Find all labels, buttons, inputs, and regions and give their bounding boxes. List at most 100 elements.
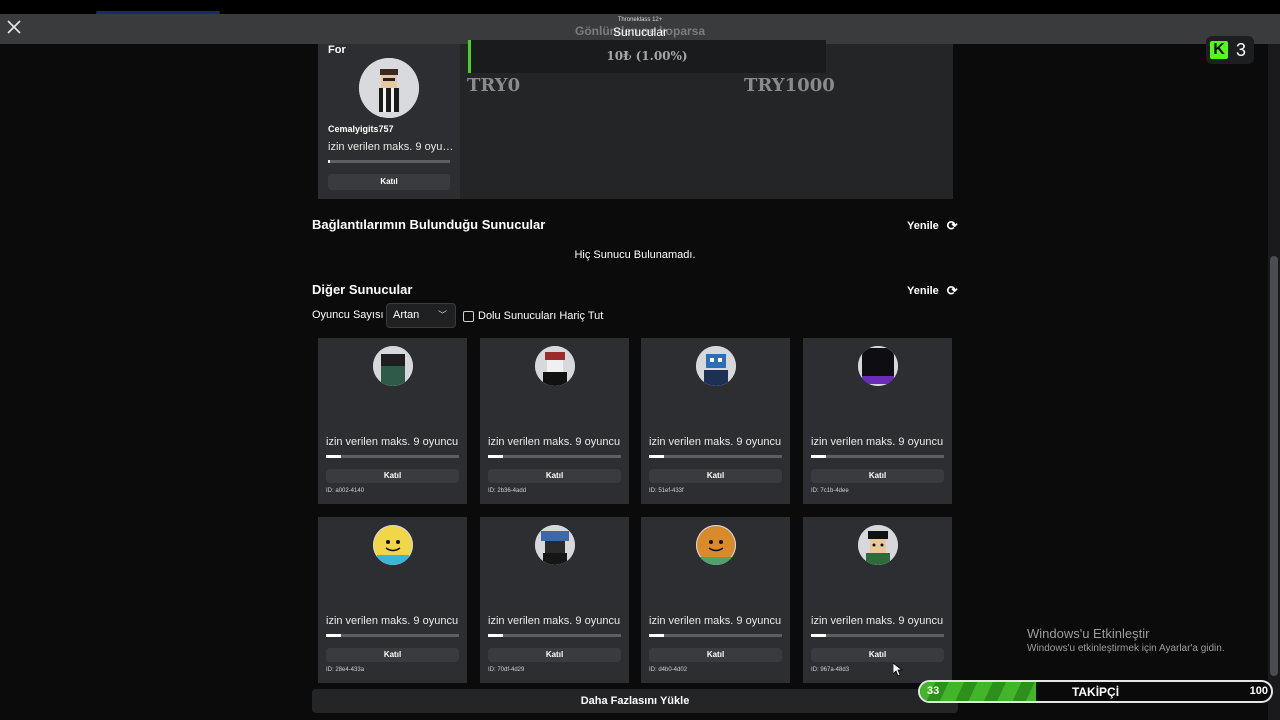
server-card: izin verilen maks. 9 oyuncu Katıl ID: 51… bbox=[641, 338, 790, 504]
sort-select[interactable]: Artan ﹀ bbox=[386, 303, 456, 328]
avatar-image bbox=[359, 58, 419, 118]
exclude-full-label: Dolu Sunucuları Hariç Tut bbox=[478, 310, 604, 322]
server-player-bar-fill bbox=[326, 634, 341, 637]
server-player-bar bbox=[811, 455, 944, 458]
server-player-bar-fill bbox=[488, 455, 503, 458]
server-card: izin verilen maks. 9 oyuncu Katıl ID: a0… bbox=[318, 338, 467, 504]
follower-goal-widget: 33 TAKİPÇİ 100 bbox=[918, 680, 1273, 703]
donation-min-label: TRY0 bbox=[467, 75, 521, 96]
connections-section-title: Bağlantılarımın Bulunduğu Sunucular bbox=[312, 217, 546, 232]
server-card: izin verilen maks. 9 oyuncu Katıl ID: 28… bbox=[318, 517, 467, 683]
server-description: izin verilen maks. 9 oyuncu bbox=[811, 615, 944, 627]
server-description: izin verilen maks. 9 oyuncu bbox=[488, 436, 621, 448]
refresh-label: Yenile bbox=[907, 220, 939, 232]
join-button[interactable]: Katıl bbox=[326, 469, 459, 483]
avatar[interactable] bbox=[373, 525, 413, 565]
windows-activation-title: Windows'u Etkinleştir bbox=[1027, 626, 1150, 641]
close-icon-glyph bbox=[7, 20, 21, 34]
server-card: izin verilen maks. 9 oyuncu Katıl ID: 7c… bbox=[803, 338, 952, 504]
avatar-image bbox=[858, 346, 898, 386]
server-id: ID: 70df-4d29 bbox=[488, 667, 525, 673]
server-id: ID: 2b36-4add bbox=[488, 488, 527, 494]
empty-servers-text: Hiç Sunucu Bulunamadı. bbox=[574, 249, 696, 261]
server-player-bar-fill bbox=[326, 455, 341, 458]
exclude-full-servers[interactable]: Dolu Sunucuları Hariç Tut bbox=[463, 310, 603, 322]
avatar-image bbox=[535, 346, 575, 386]
avatar[interactable] bbox=[696, 346, 736, 386]
server-description: izin verilen maks. 9 oyuncu bbox=[326, 615, 459, 627]
scrollbar-thumb[interactable] bbox=[1270, 256, 1278, 676]
featured-player-bar bbox=[328, 160, 450, 163]
avatar-image bbox=[858, 525, 898, 565]
join-button[interactable]: Katıl bbox=[649, 469, 782, 483]
avatar[interactable] bbox=[858, 525, 898, 565]
avatar[interactable] bbox=[535, 525, 575, 565]
server-player-bar-fill bbox=[488, 634, 503, 637]
server-player-bar-fill bbox=[649, 634, 664, 637]
player-count-label: Oyuncu Sayısı bbox=[312, 309, 384, 321]
join-button[interactable]: Katıl bbox=[649, 648, 782, 662]
follower-target: 100 bbox=[1249, 685, 1268, 697]
server-player-bar bbox=[488, 455, 621, 458]
follower-label: TAKİPÇİ bbox=[1071, 685, 1120, 699]
join-button[interactable]: Katıl bbox=[326, 648, 459, 662]
server-id: ID: 28e4-433a bbox=[326, 667, 365, 673]
join-button[interactable]: Katıl bbox=[811, 469, 944, 483]
avatar[interactable] bbox=[696, 525, 736, 565]
exclude-full-checkbox[interactable] bbox=[463, 310, 474, 322]
featured-description: izin verilen maks. 9 oyuncu bbox=[328, 141, 454, 153]
server-player-bar bbox=[326, 634, 459, 637]
featured-player-bar-fill bbox=[328, 160, 331, 163]
kick-viewer-count: 3 bbox=[1236, 39, 1247, 60]
close-icon[interactable] bbox=[4, 19, 24, 39]
avatar[interactable] bbox=[359, 58, 419, 118]
server-id: ID: 7c1b-4dee bbox=[811, 488, 849, 494]
join-button[interactable]: Katıl bbox=[488, 469, 621, 483]
refresh-label: Yenile bbox=[907, 285, 939, 297]
server-description: izin verilen maks. 9 oyuncu bbox=[811, 436, 944, 448]
featured-server-card: For Cemalyigits757 izin verilen maks. 9 … bbox=[318, 44, 460, 199]
for-label: For bbox=[328, 44, 346, 56]
server-player-bar bbox=[811, 634, 944, 637]
avatar-image bbox=[696, 346, 736, 386]
server-player-bar bbox=[649, 455, 782, 458]
mouse-cursor-icon bbox=[893, 663, 903, 677]
featured-username: Cemalyigits757 bbox=[328, 124, 394, 134]
avatar-image bbox=[373, 525, 413, 565]
server-player-bar-fill bbox=[811, 455, 826, 458]
server-id: ID: d4b0-4d02 bbox=[649, 667, 688, 673]
other-servers-title: Diğer Sunucular bbox=[312, 282, 413, 297]
server-card: izin verilen maks. 9 oyuncu Katıl ID: 96… bbox=[803, 517, 952, 683]
join-button[interactable]: Katıl bbox=[488, 648, 621, 662]
refresh-icon: ⟳ bbox=[946, 218, 958, 233]
load-more-button[interactable]: Daha Fazlasını Yükle bbox=[312, 689, 958, 713]
page-title: Sunucular bbox=[612, 25, 668, 39]
server-player-bar bbox=[488, 634, 621, 637]
avatar-image bbox=[535, 525, 575, 565]
avatar[interactable] bbox=[373, 346, 413, 386]
server-id: ID: 51ef-433f bbox=[649, 488, 684, 494]
server-card: izin verilen maks. 9 oyuncu Katıl ID: 2b… bbox=[480, 338, 629, 504]
sort-select-value: Artan bbox=[393, 309, 420, 321]
refresh-icon: ⟳ bbox=[946, 283, 958, 298]
avatar[interactable] bbox=[858, 346, 898, 386]
avatar-image bbox=[696, 525, 736, 565]
windows-activation-subtitle: Windows'u etkinleştirmek için Ayarlar'a … bbox=[1027, 643, 1225, 654]
donation-progress-text: 10₺ (1.00%) bbox=[606, 49, 688, 63]
avatar-image bbox=[373, 346, 413, 386]
kick-logo-icon: K bbox=[1210, 41, 1228, 59]
server-description: izin verilen maks. 9 oyuncu bbox=[649, 615, 782, 627]
stream-overlay-text: Throneklass 12+ bbox=[617, 17, 663, 23]
connections-refresh-button[interactable]: Yenile ⟳ bbox=[907, 218, 958, 234]
avatar[interactable] bbox=[535, 346, 575, 386]
server-player-bar bbox=[649, 634, 782, 637]
join-button[interactable]: Katıl bbox=[811, 648, 944, 662]
server-description: izin verilen maks. 9 oyuncu bbox=[649, 436, 782, 448]
server-card: izin verilen maks. 9 oyuncu Katıl ID: d4… bbox=[641, 517, 790, 683]
server-player-bar bbox=[326, 455, 459, 458]
server-id: ID: 967a-48d3 bbox=[811, 667, 850, 673]
chevron-down-icon: ﹀ bbox=[437, 310, 447, 320]
other-servers-refresh-button[interactable]: Yenile ⟳ bbox=[907, 283, 958, 299]
server-player-bar-fill bbox=[649, 455, 664, 458]
featured-join-button[interactable]: Katıl bbox=[328, 174, 450, 190]
